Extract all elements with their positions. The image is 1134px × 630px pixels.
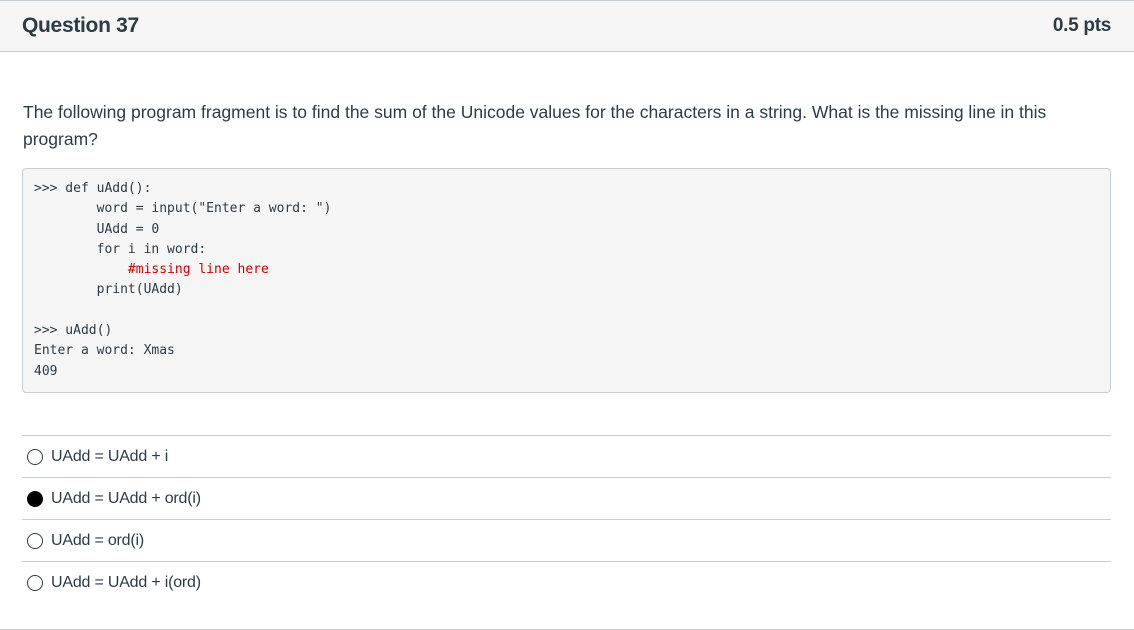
radio-button[interactable]: [27, 574, 43, 591]
code-line: >>> def uAdd():: [34, 181, 152, 196]
radio-button[interactable]: [27, 490, 43, 507]
code-line: Enter a word: Xmas: [34, 343, 175, 359]
code-line: 409: [34, 363, 58, 379]
radio-button[interactable]: [27, 448, 43, 465]
answer-label[interactable]: UAdd = UAdd + ord(i): [51, 490, 201, 508]
question-points: 0.5 pts: [1052, 15, 1111, 36]
radio-button[interactable]: [27, 532, 43, 549]
code-line: for i in word:: [34, 241, 207, 257]
question-card: Question 37 0.5 pts The following progra…: [0, 0, 1134, 630]
code-comment-line: #missing line here: [34, 262, 269, 278]
answer-list: UAdd = UAdd + i UAdd = UAdd + ord(i) UAd…: [22, 435, 1111, 603]
code-line: >>> uAdd(): [34, 323, 113, 339]
answer-option[interactable]: UAdd = ord(i): [22, 519, 1111, 561]
answer-label[interactable]: UAdd = UAdd + i: [51, 448, 168, 466]
answer-label[interactable]: UAdd = UAdd + i(ord): [51, 574, 201, 592]
code-line: UAdd = 0: [34, 221, 160, 237]
answer-option[interactable]: UAdd = UAdd + ord(i): [22, 477, 1111, 519]
question-header: Question 37 0.5 pts: [0, 1, 1134, 52]
answer-label[interactable]: UAdd = ord(i): [51, 532, 144, 550]
code-block: >>> def uAdd(): word = input("Enter a wo…: [22, 168, 1111, 393]
question-title: Question 37: [22, 14, 139, 37]
answer-option[interactable]: UAdd = UAdd + i: [22, 435, 1111, 477]
question-text: The following program fragment is to fin…: [23, 102, 1047, 149]
answer-option[interactable]: UAdd = UAdd + i(ord): [22, 561, 1111, 603]
code-line: word = input("Enter a word: "): [34, 201, 332, 217]
code-line: print(UAdd): [34, 282, 183, 298]
